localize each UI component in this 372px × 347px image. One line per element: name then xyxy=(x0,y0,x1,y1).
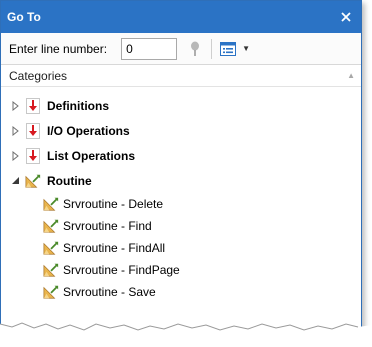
title-bar: Go To xyxy=(1,1,361,33)
tree-node-label: List Operations xyxy=(47,148,136,163)
scroll-up-arrow[interactable]: ▲ xyxy=(347,71,355,80)
tree-child-label: Srvroutine - FindAll xyxy=(63,241,166,255)
tree-child-srvroutine-save[interactable]: Srvroutine - Save xyxy=(1,281,361,303)
pin-button[interactable] xyxy=(185,39,205,59)
tree-node-routine[interactable]: Routine xyxy=(1,168,361,193)
tree-node-label: Routine xyxy=(47,173,92,188)
list-view-icon xyxy=(220,41,237,56)
expand-arrow-icon[interactable] xyxy=(9,150,21,162)
tree-node-label: Definitions xyxy=(47,98,109,113)
tree-node-definitions[interactable]: Definitions xyxy=(1,93,361,118)
expand-arrow-icon[interactable] xyxy=(9,100,21,112)
routine-icon xyxy=(43,262,59,278)
categories-header: Categories ▲ xyxy=(1,65,361,87)
tree-child-srvroutine-findall[interactable]: Srvroutine - FindAll xyxy=(1,237,361,259)
red-down-arrow-icon xyxy=(25,122,41,139)
tree-child-srvroutine-delete[interactable]: Srvroutine - Delete xyxy=(1,193,361,215)
category-tree: Definitions I/O Operations List Operatio… xyxy=(1,87,361,303)
routine-icon xyxy=(43,284,59,300)
tree-child-srvroutine-findpage[interactable]: Srvroutine - FindPage xyxy=(1,259,361,281)
tree-child-label: Srvroutine - Save xyxy=(63,285,156,299)
pin-icon xyxy=(191,41,200,56)
red-down-arrow-icon xyxy=(25,97,41,114)
close-icon xyxy=(341,12,351,22)
chevron-down-icon: ▼ xyxy=(242,44,250,53)
toolbar-separator xyxy=(211,38,213,59)
routine-icon xyxy=(25,173,41,189)
goto-dialog: Go To Enter line number: ▼ xyxy=(0,0,362,332)
torn-edge xyxy=(0,322,372,347)
tree-child-label: Srvroutine - Delete xyxy=(63,197,164,211)
tree-node-label: I/O Operations xyxy=(47,123,130,138)
tree-child-srvroutine-find[interactable]: Srvroutine - Find xyxy=(1,215,361,237)
tree-node-io-operations[interactable]: I/O Operations xyxy=(1,118,361,143)
close-button[interactable] xyxy=(337,8,355,26)
tree-child-label: Srvroutine - Find xyxy=(63,219,152,233)
line-number-label: Enter line number: xyxy=(9,41,108,56)
categories-header-label: Categories xyxy=(9,68,68,83)
routine-icon xyxy=(43,240,59,256)
tree-child-label: Srvroutine - FindPage xyxy=(63,263,180,277)
routine-icon xyxy=(43,218,59,234)
routine-icon xyxy=(43,196,59,212)
line-number-input[interactable] xyxy=(121,37,178,60)
red-down-arrow-icon xyxy=(25,147,41,164)
window-title: Go To xyxy=(7,10,41,24)
view-options-dropdown[interactable]: ▼ xyxy=(218,38,252,60)
toolbar: Enter line number: ▼ xyxy=(1,33,361,65)
expand-arrow-icon[interactable] xyxy=(9,125,21,137)
collapse-arrow-icon[interactable] xyxy=(9,175,21,187)
tree-node-list-operations[interactable]: List Operations xyxy=(1,143,361,168)
